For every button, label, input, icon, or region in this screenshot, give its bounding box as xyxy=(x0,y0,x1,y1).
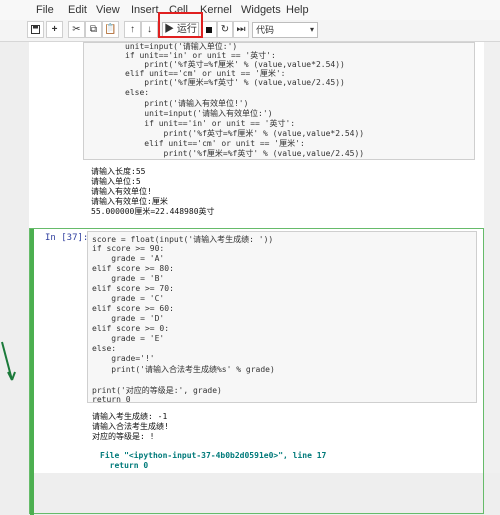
cut-icon: ✂ xyxy=(72,24,81,35)
error-traceback-line: return 0 xyxy=(100,461,149,470)
menu-widgets[interactable]: Widgets xyxy=(241,4,281,16)
menu-edit[interactable]: Edit xyxy=(68,4,87,16)
paste-icon: 📋 xyxy=(104,24,117,35)
code-line: grade = 'B' xyxy=(92,274,165,283)
code-line: elif score >= 60: xyxy=(92,304,174,313)
menu-help[interactable]: Help xyxy=(286,4,309,16)
code-line: print('请输入合法考生成绩%s' % grade) xyxy=(92,365,275,374)
fast-forward-icon: ⏭ xyxy=(236,24,246,35)
code-line: else: xyxy=(125,88,150,97)
code-line: grade = 'A' xyxy=(92,254,165,263)
output-line: 55.000000厘米=22.448980英寸 xyxy=(91,207,215,216)
cell-prompt: In [37]: xyxy=(45,233,89,243)
restart-button[interactable]: ↻ xyxy=(217,21,233,38)
code-line: elif score >= 80: xyxy=(92,264,174,273)
add-cell-icon: + xyxy=(51,24,58,35)
code-line: elif score >= 70: xyxy=(92,284,174,293)
save-button[interactable] xyxy=(27,21,44,38)
menubar: File Edit View Insert Cell Kernel Widget… xyxy=(0,0,500,20)
cell-type-value: 代码 xyxy=(256,25,275,35)
output-line: 对应的等级是: ! xyxy=(92,432,155,441)
restart-icon: ↻ xyxy=(220,24,230,35)
arrow-annotation-icon xyxy=(1,341,16,381)
error-traceback-line: File "<ipython-input-37-4b0b2d0591e0>", … xyxy=(100,451,327,460)
menu-view[interactable]: View xyxy=(96,4,120,16)
code-cell-2[interactable]: In [37]: score = float(input('请输入考生成绩: '… xyxy=(29,228,484,515)
move-up-icon: ↑ xyxy=(130,24,135,35)
add-cell-button[interactable]: + xyxy=(46,21,63,38)
code-line: print('%f厘米=%f英寸' % (value,value/2.45)) xyxy=(125,78,345,87)
move-down-icon: ↓ xyxy=(147,24,152,35)
run-button-highlight xyxy=(158,12,203,38)
cut-button[interactable]: ✂ xyxy=(68,21,85,38)
copy-icon: ⧉ xyxy=(89,24,98,35)
save-icon xyxy=(31,25,40,34)
code-line: elif score >= 0: xyxy=(92,324,170,333)
menu-file[interactable]: File xyxy=(36,4,54,16)
code-line: grade='!' xyxy=(92,354,155,363)
code-line: return 0 xyxy=(92,395,131,404)
selected-cell-bar xyxy=(30,229,34,515)
paste-button[interactable]: 📋 xyxy=(102,21,119,38)
code-line: grade = 'E' xyxy=(92,334,165,343)
code-line: else: xyxy=(92,344,117,353)
toolbar: + ✂ ⧉ 📋 ↑ ↓ ▶ 运行 ↻ ⏭ 代码 ▾ xyxy=(0,20,500,42)
cell-type-select[interactable]: 代码 ▾ xyxy=(252,22,318,38)
scrollbar[interactable] xyxy=(484,42,500,473)
menu-insert[interactable]: Insert xyxy=(131,4,159,16)
fast-forward-button[interactable]: ⏭ xyxy=(233,21,249,38)
code-line: grade = 'C' xyxy=(92,294,165,303)
copy-button[interactable]: ⧉ xyxy=(85,21,102,38)
move-up-button[interactable]: ↑ xyxy=(124,21,141,38)
move-down-button[interactable]: ↓ xyxy=(141,21,158,38)
interrupt-icon xyxy=(206,27,212,33)
interrupt-button[interactable] xyxy=(201,21,217,38)
chevron-down-icon: ▾ xyxy=(309,25,314,34)
notebook: unit=input('请输入单位:') if unit=='in' or un… xyxy=(0,42,500,515)
code-line: if score >= 90: xyxy=(92,244,165,253)
code-line: grade = 'D' xyxy=(92,314,165,323)
menu-kernel[interactable]: Kernel xyxy=(200,4,232,16)
code-line: print('%f厘米=%f英寸' % (value,value/2.45)) xyxy=(125,149,365,158)
